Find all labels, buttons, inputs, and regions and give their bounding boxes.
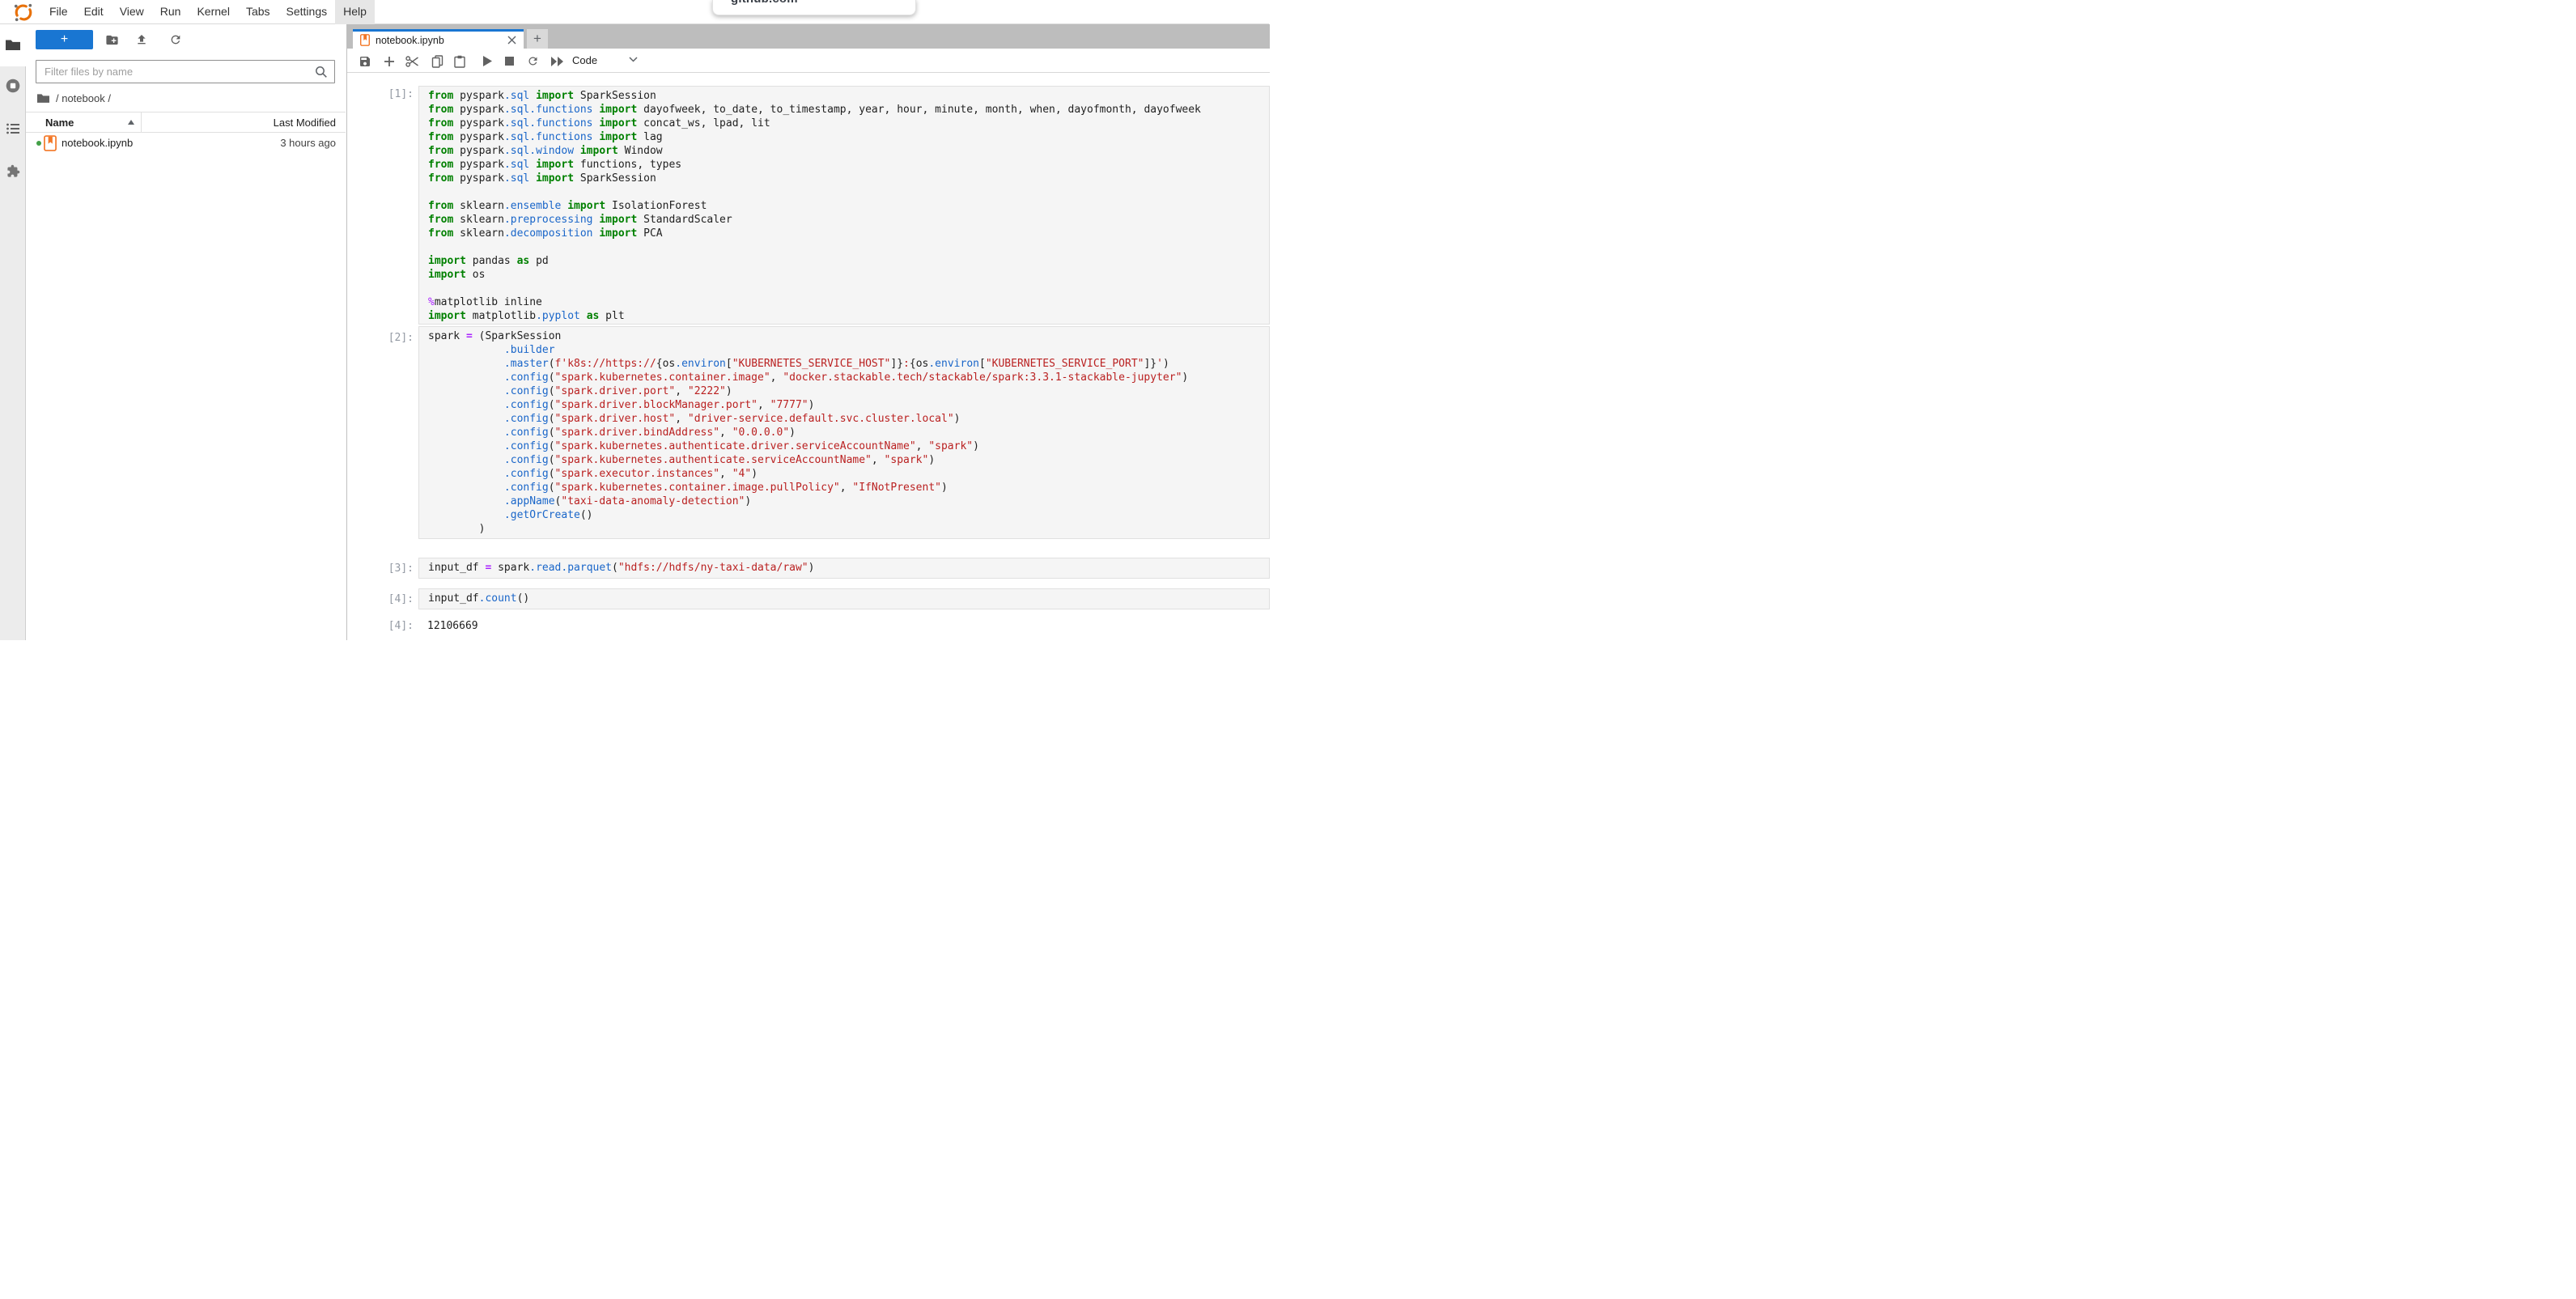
menu-bar: File Edit View Run Kernel Tabs Settings … xyxy=(0,0,1269,24)
folder-icon xyxy=(6,39,20,50)
file-filter-input[interactable] xyxy=(36,61,312,83)
cut-cells-button[interactable] xyxy=(404,53,420,69)
copy-cells-button[interactable] xyxy=(429,53,445,69)
code-cell[interactable]: from pyspark.sql import SparkSession fro… xyxy=(418,86,1270,325)
new-folder-button[interactable] xyxy=(104,33,119,48)
menu-item-settings[interactable]: Settings xyxy=(278,0,336,24)
breadcrumb: / notebook / xyxy=(37,91,111,105)
copy-icon xyxy=(431,55,443,68)
output-prompt: [4]: xyxy=(347,620,414,632)
input-prompt: [1]: xyxy=(347,88,414,100)
chevron-down-icon[interactable] xyxy=(629,57,638,62)
sort-ascending-icon[interactable] xyxy=(128,120,134,125)
file-list-header: Name Last Modified xyxy=(26,112,346,133)
input-prompt: [2]: xyxy=(347,332,414,344)
save-button[interactable] xyxy=(357,53,373,69)
file-name: notebook.ipynb xyxy=(62,137,133,149)
notebook-icon xyxy=(360,34,370,46)
code-cell[interactable]: spark = (SparkSession .builder .master(f… xyxy=(418,326,1270,539)
breadcrumb-path[interactable]: / notebook / xyxy=(56,92,111,104)
stop-icon xyxy=(505,57,514,66)
paste-cells-button[interactable] xyxy=(452,53,468,69)
menu-item-file[interactable]: File xyxy=(41,0,76,24)
input-prompt: [3]: xyxy=(347,562,414,575)
main-area: + / notebook / xyxy=(0,24,1269,640)
cell-output-text: 12106669 xyxy=(427,620,478,632)
code-cell[interactable]: input_df = spark.read.parquet("hdfs://hd… xyxy=(418,558,1270,579)
menu-item-view[interactable]: View xyxy=(112,0,152,24)
running-kernels-icon xyxy=(6,79,20,93)
menu-item-edit[interactable]: Edit xyxy=(76,0,112,24)
add-cell-icon xyxy=(384,56,395,67)
notebook-cells: [1]: from pyspark.sql import SparkSession… xyxy=(347,73,1270,640)
app-logo-icon xyxy=(11,2,36,22)
new-launcher-button[interactable]: + xyxy=(36,30,93,49)
sidebar-tab-filebrowser[interactable] xyxy=(0,31,26,58)
file-modified: 3 hours ago xyxy=(280,137,336,149)
new-tab-button[interactable]: + xyxy=(527,29,548,49)
file-filter-box xyxy=(36,60,335,83)
home-folder-icon[interactable] xyxy=(37,93,49,103)
menu-item-help[interactable]: Help xyxy=(335,0,375,24)
site-popup: github.com xyxy=(712,0,916,15)
file-browser-panel: + / notebook / xyxy=(26,24,346,640)
upload-icon xyxy=(135,33,148,46)
save-icon xyxy=(359,55,371,68)
input-prompt: [4]: xyxy=(347,593,414,605)
tab-bar: notebook.ipynb + xyxy=(347,24,1270,49)
close-icon xyxy=(507,36,516,45)
extensions-icon xyxy=(6,164,20,178)
cut-icon xyxy=(405,55,419,68)
menu-item-kernel[interactable]: Kernel xyxy=(189,0,237,24)
tab-notebook[interactable]: notebook.ipynb xyxy=(353,29,524,49)
menu-items: File Edit View Run Kernel Tabs Settings … xyxy=(41,0,375,24)
add-cell-button[interactable] xyxy=(381,53,397,69)
column-header-name[interactable]: Name xyxy=(45,117,74,129)
paste-icon xyxy=(454,55,465,68)
activity-bar-background xyxy=(0,66,26,640)
code-cell[interactable]: input_df.count() xyxy=(418,588,1270,609)
restart-kernel-button[interactable] xyxy=(524,53,541,69)
new-folder-icon xyxy=(105,33,119,47)
popup-site-label: github.com xyxy=(731,0,798,6)
notebook-panel: notebook.ipynb + xyxy=(346,24,1269,640)
sidebar-tab-running[interactable] xyxy=(0,72,26,100)
sidebar-tab-extensions[interactable] xyxy=(0,157,26,185)
activity-bar xyxy=(0,24,26,640)
restart-run-all-button[interactable] xyxy=(549,53,565,69)
refresh-button[interactable] xyxy=(168,33,183,48)
table-of-contents-icon xyxy=(6,123,19,134)
fast-forward-icon xyxy=(551,57,563,66)
upload-button[interactable] xyxy=(134,33,149,48)
run-cell-button[interactable] xyxy=(479,53,495,69)
tab-title: notebook.ipynb xyxy=(376,35,506,46)
tab-close-button[interactable] xyxy=(506,35,517,46)
stop-kernel-button[interactable] xyxy=(501,53,517,69)
sidebar-tab-table-of-contents[interactable] xyxy=(0,115,26,142)
cell-type-select[interactable]: Code xyxy=(572,54,597,66)
run-icon xyxy=(483,56,492,66)
file-list-item[interactable]: notebook.ipynb 3 hours ago xyxy=(26,133,346,154)
menu-item-run[interactable]: Run xyxy=(152,0,189,24)
kernel-running-dot xyxy=(36,141,41,146)
column-header-modified[interactable]: Last Modified xyxy=(274,117,336,129)
restart-kernel-icon xyxy=(527,55,539,67)
refresh-icon xyxy=(169,33,182,46)
notebook-icon xyxy=(44,135,57,151)
column-divider xyxy=(141,112,142,133)
search-icon xyxy=(315,66,328,79)
menu-item-tabs[interactable]: Tabs xyxy=(238,0,278,24)
notebook-toolbar: Code xyxy=(347,49,1270,73)
